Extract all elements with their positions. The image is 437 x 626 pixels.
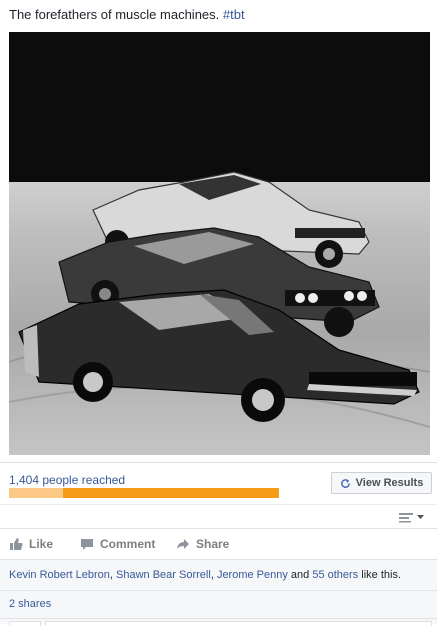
post-text: The forefathers of muscle machines. #tbt: [9, 7, 245, 23]
view-results-button[interactable]: View Results: [331, 472, 432, 494]
likes-sentence: Kevin Robert Lebron, Shawn Bear Sorrell,…: [9, 569, 401, 581]
likes-and: and: [287, 569, 313, 581]
comment-icon: [81, 539, 93, 550]
comment-label: Comment: [100, 537, 156, 551]
muscle-cars-illustration: [9, 171, 430, 428]
post-actions: Like Comment Share: [0, 528, 437, 559]
post-caption: The forefathers of muscle machines.: [9, 7, 223, 22]
comment-sort-dropdown-icon[interactable]: [399, 511, 425, 523]
people-reached-link[interactable]: 1,404 people reached: [9, 473, 125, 487]
likes-suffix: like this.: [358, 569, 402, 581]
hashtag-link[interactable]: #tbt: [223, 7, 245, 22]
avatar: [9, 621, 41, 626]
view-results-label: View Results: [355, 477, 424, 489]
likes-others-link[interactable]: 55 others: [312, 569, 358, 581]
sort-row: [0, 504, 437, 529]
like-button[interactable]: Like: [9, 529, 53, 559]
shares-link[interactable]: 2 shares: [9, 598, 51, 610]
share-arrow-icon: [177, 539, 189, 549]
like-label: Like: [29, 537, 54, 551]
reach-bar-organic: [9, 488, 63, 498]
likes-summary: Kevin Robert Lebron, Shawn Bear Sorrell,…: [0, 559, 437, 590]
post-photo[interactable]: [9, 32, 430, 455]
refresh-icon: [340, 478, 350, 488]
shares-row: 2 shares: [0, 590, 437, 619]
share-label: Share: [196, 537, 230, 551]
thumbs-up-icon: [10, 538, 23, 550]
comment-input[interactable]: [45, 621, 432, 626]
post-insights: 1,404 people reached View Results: [0, 462, 437, 505]
share-button[interactable]: Share: [176, 529, 229, 559]
liker-link[interactable]: Jerome Penny: [217, 569, 288, 581]
liker-link[interactable]: Shawn Bear Sorrell: [116, 569, 211, 581]
reach-bar: [9, 488, 279, 498]
liker-link[interactable]: Kevin Robert Lebron: [9, 569, 110, 581]
comment-button[interactable]: Comment: [80, 529, 155, 559]
